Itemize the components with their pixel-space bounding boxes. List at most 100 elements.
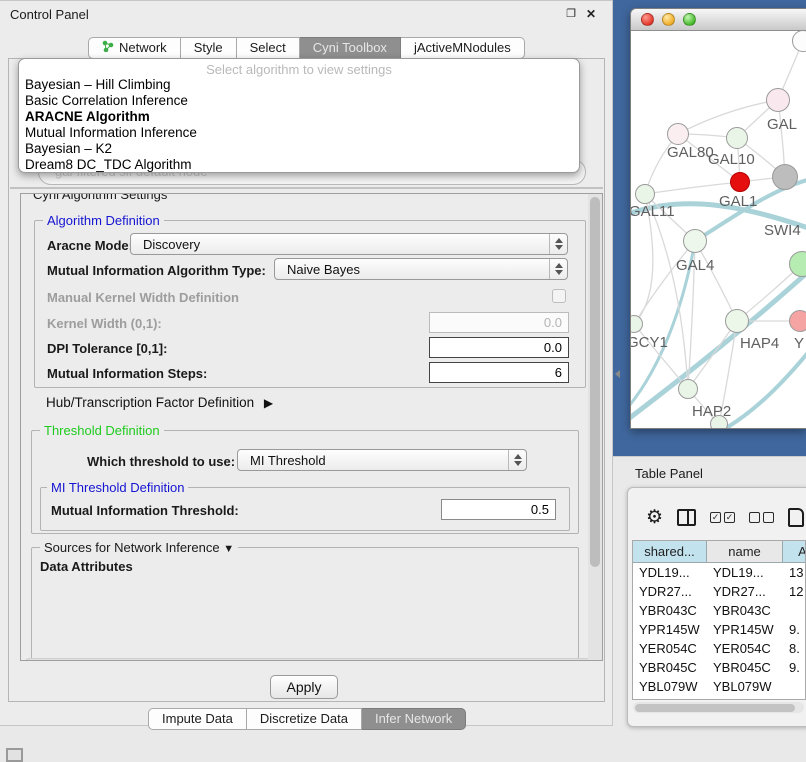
collapse-down-icon[interactable]: ▼ bbox=[223, 543, 234, 555]
grid-corner-icon[interactable] bbox=[6, 748, 23, 762]
algorithm-dropdown[interactable]: Select algorithm to view settings Bayesi… bbox=[18, 58, 580, 173]
close-window-icon[interactable]: ✕ bbox=[584, 7, 598, 21]
node-hap2[interactable] bbox=[678, 379, 698, 399]
algorithm-option[interactable]: Dream8 DC_TDC Algorithm bbox=[19, 157, 579, 173]
table-cell: 12 bbox=[783, 582, 806, 601]
network-window-titlebar[interactable] bbox=[631, 9, 806, 31]
node-hap4-label: HAP4 bbox=[740, 335, 779, 352]
mac-close-icon[interactable] bbox=[641, 13, 654, 26]
gear-icon[interactable]: ⚙ bbox=[646, 508, 663, 527]
table-row[interactable]: YDR27...YDR27...12 bbox=[633, 582, 805, 601]
tab-style[interactable]: Style bbox=[181, 37, 237, 59]
network-icon bbox=[102, 38, 114, 58]
network-canvas[interactable]: GALGAL80GAL10GAL1GAL11GAL4SWI4GCY1HAP4YH… bbox=[631, 31, 806, 429]
node-gal1-label: GAL1 bbox=[719, 193, 757, 210]
algorithm-option[interactable]: Bayesian – K2 bbox=[19, 141, 579, 157]
float-window-icon[interactable]: ❐ bbox=[564, 7, 578, 21]
table-cell: YBR043C bbox=[633, 601, 707, 620]
combo-stepper-icon bbox=[549, 234, 567, 254]
node-y-partial-label: Y bbox=[794, 335, 804, 352]
aracne-mode-combo[interactable]: Discovery bbox=[130, 233, 568, 255]
apply-button[interactable]: Apply bbox=[270, 675, 338, 699]
settings-horizontal-scrollbar[interactable] bbox=[24, 658, 600, 661]
table-cell: 9. bbox=[783, 620, 806, 639]
tab-cyni-toolbox[interactable]: Cyni Toolbox bbox=[300, 37, 401, 59]
node-unlabeled-bottom[interactable] bbox=[710, 415, 728, 429]
control-panel-tabbar: NetworkStyle Select Cyni Toolbox jActiveMNo… bbox=[88, 37, 525, 59]
data-attributes-label: Data Attributes bbox=[40, 559, 133, 574]
which-threshold-combo[interactable]: MI Threshold bbox=[237, 449, 527, 471]
tab-impute-data[interactable]: Impute Data bbox=[148, 708, 247, 730]
kernel-width-label: Kernel Width (0,1): bbox=[47, 316, 162, 331]
table-row[interactable]: YBL079WYBL079W bbox=[633, 677, 805, 696]
manual-kernel-width-label: Manual Kernel Width Definition bbox=[47, 290, 239, 305]
node-hap4[interactable] bbox=[725, 309, 749, 333]
table-cell: YPR145W bbox=[707, 620, 783, 639]
hub-transcription-factor-section[interactable]: Hub/Transcription Factor Definition ▶ bbox=[46, 395, 273, 410]
tab-select[interactable]: Select bbox=[237, 37, 300, 59]
tab-jactivemnodules[interactable]: jActiveMNodules bbox=[401, 37, 525, 59]
sources-title: Sources for Network Inference ▼ bbox=[40, 540, 238, 555]
mi-threshold-field[interactable] bbox=[441, 499, 556, 520]
mi-threshold-label: Mutual Information Threshold: bbox=[51, 503, 239, 518]
algorithm-option[interactable]: Mutual Information Inference bbox=[19, 125, 579, 141]
node-gal10-label: GAL10 bbox=[708, 151, 755, 168]
node-y-partial[interactable] bbox=[789, 310, 806, 332]
table-row[interactable]: YBR043CYBR043C bbox=[633, 601, 805, 620]
node-gal-partial[interactable] bbox=[766, 88, 790, 112]
table-cell: 8. bbox=[783, 639, 806, 658]
tab-label: Select bbox=[250, 38, 286, 58]
threshold-definition-group: Threshold Definition Which threshold to … bbox=[31, 430, 579, 534]
table-cell: YER054C bbox=[633, 639, 707, 658]
expand-right-icon[interactable]: ▶ bbox=[258, 396, 273, 410]
tab-discretize-data[interactable]: Discretize Data bbox=[247, 708, 362, 730]
threshold-definition-title: Threshold Definition bbox=[40, 423, 164, 438]
settings-vertical-scrollbar[interactable] bbox=[588, 194, 602, 660]
kernel-width-field[interactable] bbox=[429, 312, 569, 333]
table-cell: YDR27... bbox=[633, 582, 707, 601]
node-gal4[interactable] bbox=[683, 229, 707, 253]
control-panel-title: Control Panel bbox=[10, 7, 89, 22]
table-cell: YDL19... bbox=[707, 563, 783, 582]
mi-steps-field[interactable] bbox=[429, 362, 569, 383]
export-table-icon[interactable] bbox=[788, 508, 804, 527]
table-row[interactable]: YDL19...YDL19...13 bbox=[633, 563, 805, 582]
mi-algorithm-type-combo[interactable]: Naive Bayes bbox=[274, 258, 568, 280]
algorithm-option[interactable]: ARACNE Algorithm bbox=[19, 109, 579, 125]
node-gal1[interactable] bbox=[730, 172, 750, 192]
node-attribute-table[interactable]: shared...nameA YDL19...YDL19...13YDR27..… bbox=[632, 540, 806, 700]
algorithm-option[interactable]: Bayesian – Hill Climbing bbox=[19, 77, 579, 93]
table-row[interactable]: YPR145WYPR145W9. bbox=[633, 620, 805, 639]
columns-icon[interactable] bbox=[677, 509, 696, 526]
settings-group-title: Cyni Algorithm Settings bbox=[29, 193, 171, 202]
tab-network[interactable]: Network bbox=[88, 37, 181, 59]
mi-algorithm-type-value: Naive Bayes bbox=[275, 262, 549, 277]
column-header-A[interactable]: A bbox=[783, 541, 806, 563]
dpi-tolerance-field[interactable] bbox=[429, 337, 569, 358]
mac-minimize-icon[interactable] bbox=[662, 13, 675, 26]
table-cell: YER054C bbox=[707, 639, 783, 658]
node-gray[interactable] bbox=[772, 164, 798, 190]
table-cell: YBL079W bbox=[707, 677, 783, 696]
column-header-shared[interactable]: shared... bbox=[633, 541, 707, 563]
node-gcy1-label: GCY1 bbox=[631, 334, 668, 351]
node-gal80[interactable] bbox=[667, 123, 689, 145]
node-gal11[interactable] bbox=[635, 184, 655, 204]
table-cell: YBR045C bbox=[707, 658, 783, 677]
algorithm-option[interactable]: Basic Correlation Inference bbox=[19, 93, 579, 109]
table-horizontal-scrollbar[interactable] bbox=[633, 702, 804, 713]
select-all-icon[interactable]: ✓✓ bbox=[710, 512, 735, 523]
tab-label: Discretize Data bbox=[260, 709, 348, 729]
splitter-collapse-icon[interactable] bbox=[615, 370, 620, 378]
table-row[interactable]: YER054CYER054C8. bbox=[633, 639, 805, 658]
sources-title-text: Sources for Network Inference bbox=[44, 540, 220, 555]
mac-zoom-icon[interactable] bbox=[683, 13, 696, 26]
tab-label: jActiveMNodules bbox=[414, 38, 511, 58]
table-row[interactable]: YLR345WYLR345W9. bbox=[633, 696, 805, 700]
tab-infer-network[interactable]: Infer Network bbox=[362, 708, 466, 730]
table-row[interactable]: YBR045CYBR045C9. bbox=[633, 658, 805, 677]
manual-kernel-width-checkbox[interactable] bbox=[552, 289, 566, 303]
node-gal10[interactable] bbox=[726, 127, 748, 149]
column-header-name[interactable]: name bbox=[707, 541, 783, 563]
deselect-all-icon[interactable] bbox=[749, 512, 774, 523]
